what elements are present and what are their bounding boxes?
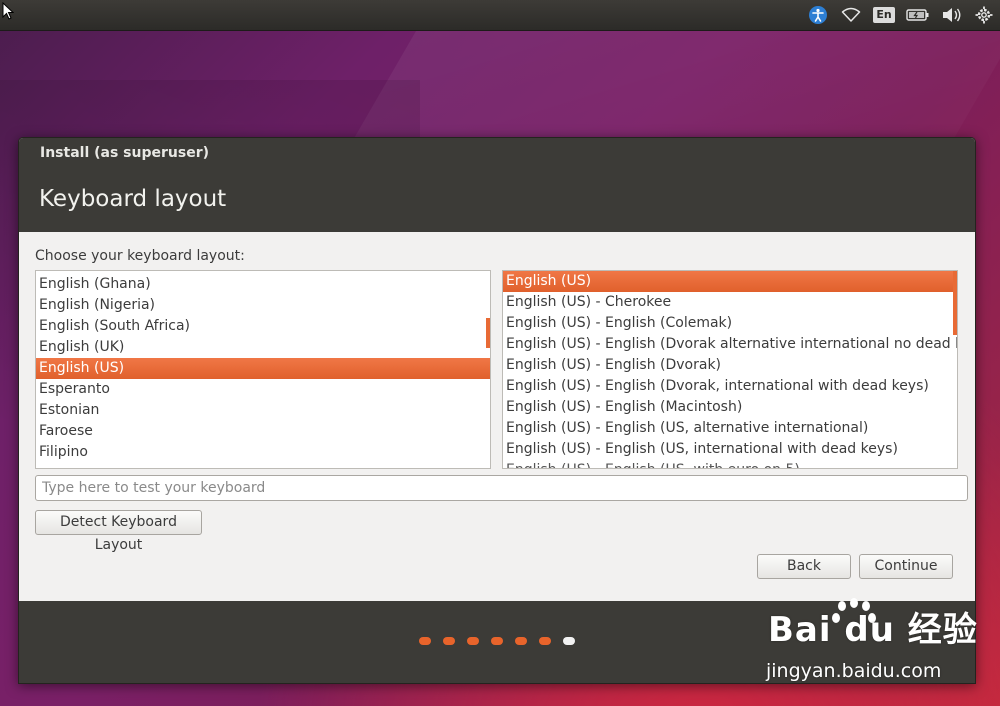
list-item[interactable]: English (US) - English (Dvorak) [503,355,957,376]
list-item[interactable]: English (US) - English (US, alternative … [503,418,957,439]
layout-prompt: Choose your keyboard layout: [35,248,245,264]
watermark-url: jingyan.baidu.com [766,660,942,682]
list-item[interactable]: English (South Africa) [36,316,490,337]
battery-icon[interactable] [905,6,931,24]
list-item[interactable]: Faroese [36,421,490,442]
keyboard-language-indicator[interactable]: En [873,6,895,24]
list-item[interactable]: English (US) - Cherokee [503,292,957,313]
progress-indicator [419,637,575,645]
keyboard-layout-list[interactable]: English (Ghana) English (Nigeria) Englis… [35,270,491,469]
language-code: En [873,7,895,23]
mouse-cursor-icon [2,2,14,20]
progress-dot [419,637,431,645]
list-item[interactable]: English (US) - English (Dvorak, internat… [503,376,957,397]
list-item[interactable]: English (US) - English (US, with euro on… [503,460,957,468]
window-header: Install (as superuser) Keyboard layout [19,138,975,232]
list-item[interactable]: English (Nigeria) [36,295,490,316]
list-item[interactable]: English (US) - English (US, internationa… [503,439,957,460]
back-button[interactable]: Back [757,554,851,579]
list-item-selected[interactable]: English (US) [503,271,957,292]
continue-button[interactable]: Continue [859,554,953,579]
progress-dot [491,637,503,645]
progress-dot [515,637,527,645]
progress-dot-current [563,637,575,645]
list-item[interactable]: English (UK) [36,337,490,358]
detect-keyboard-layout-button[interactable]: Detect Keyboard Layout [35,510,202,553]
gear-icon[interactable] [974,6,994,24]
baidu-watermark: Bai du 经验 jingyan.baidu.com [760,598,985,688]
list-item-selected[interactable]: English (US) [36,358,490,379]
keyboard-test-input[interactable] [35,475,968,501]
list-item[interactable]: English (US) - English (Macintosh) [503,397,957,418]
volume-icon[interactable] [940,6,964,24]
scrollbar-indicator[interactable] [486,318,490,348]
keyboard-variant-list[interactable]: English (US) English (US) - Cherokee Eng… [502,270,958,469]
wifi-icon[interactable] [840,6,862,24]
list-item[interactable]: English (US) - English (Dvorak alternati… [503,334,957,355]
scrollbar-indicator[interactable] [953,271,957,335]
progress-dot [467,637,479,645]
list-item[interactable]: English (Ghana) [36,274,490,295]
list-item[interactable]: Esperanto [36,379,490,400]
progress-dot [539,637,551,645]
watermark-logo-text: Bai du 经验 [768,610,978,650]
progress-dot [443,637,455,645]
list-item[interactable]: English (US) - English (Colemak) [503,313,957,334]
accessibility-icon[interactable] [807,6,829,24]
page-title: Keyboard layout [39,186,227,212]
window-title: Install (as superuser) [40,145,209,161]
top-panel: En [0,0,1000,31]
list-item[interactable]: Filipino [36,442,490,463]
list-item[interactable]: Estonian [36,400,490,421]
